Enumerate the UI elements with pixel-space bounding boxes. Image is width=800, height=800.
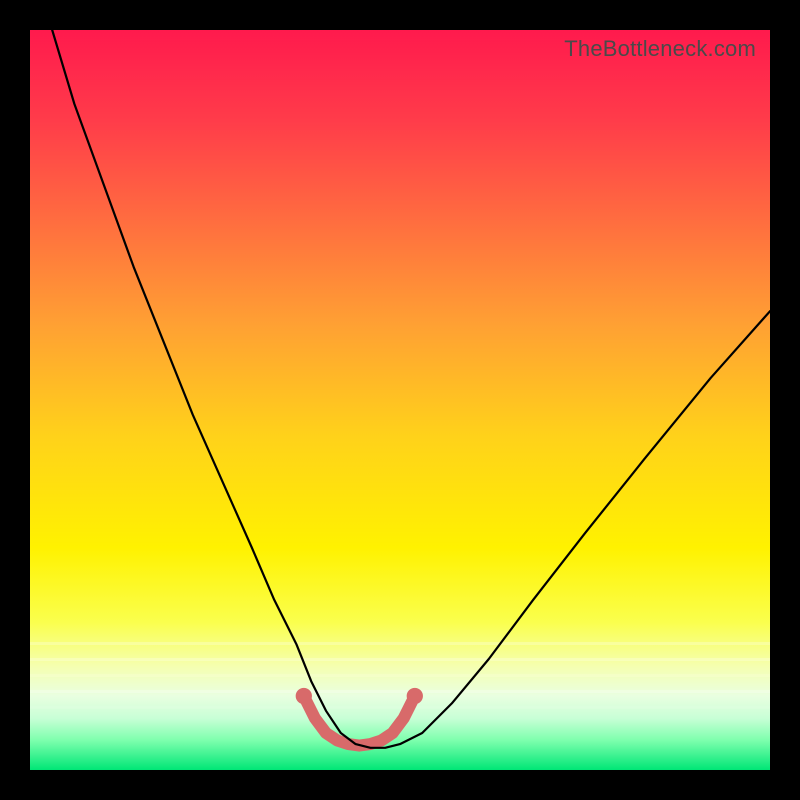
watermark-text: TheBottleneck.com (564, 36, 756, 62)
chart-frame: TheBottleneck.com (0, 0, 800, 800)
highlight-start-marker (296, 688, 312, 704)
highlight-band-group (296, 688, 423, 746)
highlight-end-marker (407, 688, 423, 704)
plot-area: TheBottleneck.com (30, 30, 770, 770)
curve-layer (30, 30, 770, 770)
highlight-band (304, 696, 415, 746)
bottleneck-curve (52, 30, 770, 748)
